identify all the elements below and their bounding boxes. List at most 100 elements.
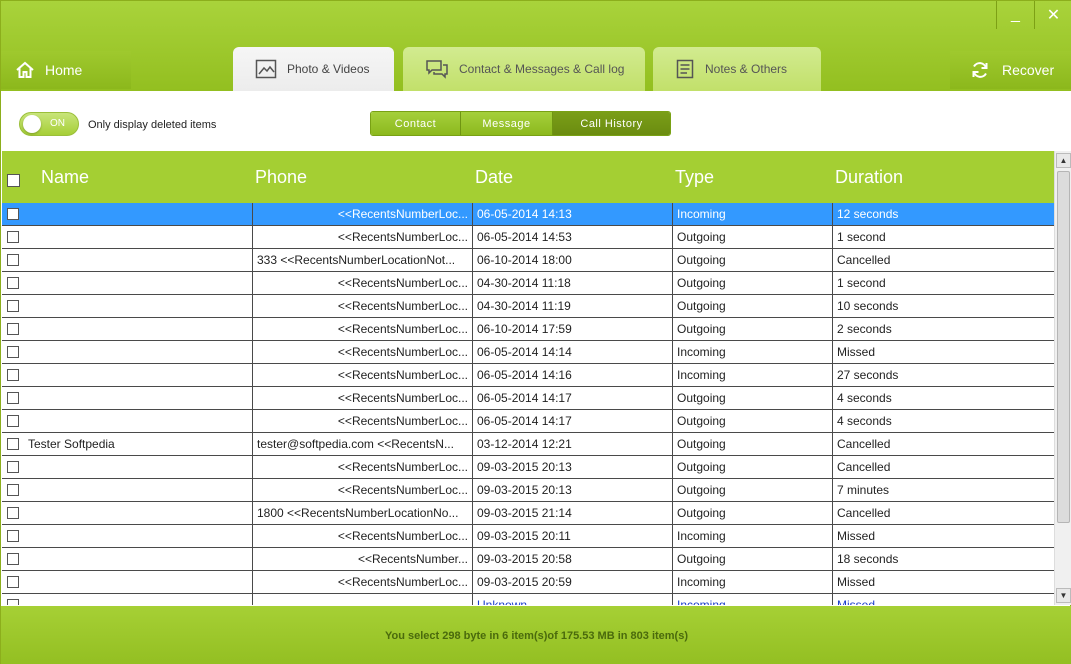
cell-name	[24, 341, 252, 363]
cell-date: 04-30-2014 11:19	[472, 295, 672, 317]
table-row[interactable]: <<RecentsNumberLoc... 04-30-2014 11:19 Out…	[2, 295, 1054, 318]
cell-date: 03-12-2014 12:21	[472, 433, 672, 455]
row-checkbox[interactable]	[7, 208, 19, 220]
tab-contact-messages[interactable]: Contact & Messages & Call log	[403, 47, 645, 91]
row-checkbox[interactable]	[7, 415, 19, 427]
row-checkbox[interactable]	[7, 599, 19, 605]
row-checkbox-cell	[2, 272, 24, 294]
cell-type: Outgoing	[672, 410, 832, 432]
row-checkbox[interactable]	[7, 530, 19, 542]
cell-date: 04-30-2014 11:18	[472, 272, 672, 294]
tab-label: Contact & Messages & Call log	[459, 62, 625, 76]
table-body: <<RecentsNumberLoc... 06-05-2014 14:13 Inc…	[2, 203, 1054, 605]
row-checkbox[interactable]	[7, 507, 19, 519]
tab-photo-videos[interactable]: Photo & Videos	[233, 47, 394, 91]
column-header-duration[interactable]: Duration	[835, 167, 903, 188]
cell-phone: <<RecentsNumberLoc...	[252, 479, 472, 501]
table-row[interactable]: <<RecentsNumberLoc... 06-05-2014 14:53 Out…	[2, 226, 1054, 249]
cell-date: 06-10-2014 17:59	[472, 318, 672, 340]
cell-phone: <<RecentsNumberLoc...	[252, 387, 472, 409]
category-segmented-control: Contact Message Call History	[370, 111, 671, 136]
cell-duration: Cancelled	[832, 456, 1054, 478]
row-checkbox[interactable]	[7, 346, 19, 358]
table-row[interactable]: <<RecentsNumberLoc... 09-03-2015 20:13 Out…	[2, 479, 1054, 502]
table-header: Name Phone Date Type Duration	[2, 151, 1054, 203]
cell-type: Outgoing	[672, 548, 832, 570]
row-checkbox[interactable]	[7, 254, 19, 266]
row-checkbox[interactable]	[7, 438, 19, 450]
row-checkbox-cell	[2, 341, 24, 363]
scrollbar-thumb[interactable]	[1057, 171, 1070, 523]
table-row[interactable]: <<RecentsNumberLoc... 06-05-2014 14:16 Inc…	[2, 364, 1054, 387]
row-checkbox-cell	[2, 318, 24, 340]
column-header-date[interactable]: Date	[475, 167, 513, 188]
segment-message[interactable]: Message	[461, 112, 553, 135]
vertical-scrollbar[interactable]: ▲ ▼	[1054, 151, 1071, 605]
row-checkbox[interactable]	[7, 576, 19, 588]
cell-phone: <<RecentsNumberLoc...	[252, 571, 472, 593]
table-row[interactable]: <<RecentsNumberLoc... 06-05-2014 14:17 Out…	[2, 387, 1054, 410]
select-all-checkbox[interactable]	[7, 174, 20, 187]
row-checkbox[interactable]	[7, 392, 19, 404]
row-checkbox-cell	[2, 226, 24, 248]
segment-contact[interactable]: Contact	[371, 112, 461, 135]
row-checkbox-cell	[2, 295, 24, 317]
row-checkbox[interactable]	[7, 461, 19, 473]
table-row[interactable]: <<RecentsNumber... 09-03-2015 20:58 Outgoi…	[2, 548, 1054, 571]
recover-button[interactable]: Recover	[950, 51, 1071, 89]
cell-name	[24, 226, 252, 248]
table-row[interactable]: <<RecentsNumberLoc... 09-03-2015 20:13 Out…	[2, 456, 1054, 479]
minimize-button[interactable]: _	[996, 1, 1034, 29]
scroll-down-arrow-icon[interactable]: ▼	[1056, 588, 1071, 603]
segment-call-history[interactable]: Call History	[553, 112, 670, 135]
row-checkbox[interactable]	[7, 553, 19, 565]
row-checkbox-cell	[2, 594, 24, 605]
cell-phone	[252, 594, 472, 605]
table-row[interactable]: <<RecentsNumberLoc... 09-03-2015 20:11 Inc…	[2, 525, 1054, 548]
column-header-type[interactable]: Type	[675, 167, 714, 188]
deleted-only-toggle[interactable]: ON	[19, 112, 79, 136]
cell-type: Outgoing	[672, 249, 832, 271]
table-row[interactable]: 333 <<RecentsNumberLocationNot... 06-10-2…	[2, 249, 1054, 272]
cell-name: Tester Softpedia	[28, 437, 115, 451]
column-header-name[interactable]: Name	[41, 167, 89, 188]
row-checkbox-cell	[2, 479, 24, 501]
scroll-up-arrow-icon[interactable]: ▲	[1056, 153, 1071, 168]
cell-date: 09-03-2015 20:58	[472, 548, 672, 570]
row-checkbox[interactable]	[7, 484, 19, 496]
cell-duration: 12 seconds	[832, 203, 1054, 225]
cell-phone: <<RecentsNumber...	[252, 548, 472, 570]
column-header-phone[interactable]: Phone	[255, 167, 307, 188]
chat-icon	[426, 60, 448, 79]
row-checkbox[interactable]	[7, 231, 19, 243]
cell-name	[24, 571, 252, 593]
table-row[interactable]: <<RecentsNumberLoc... 04-30-2014 11:18 Out…	[2, 272, 1054, 295]
cell-name	[24, 594, 252, 605]
table-row[interactable]: <<RecentsNumberLoc... 06-05-2014 14:17 Out…	[2, 410, 1054, 433]
table-row[interactable]: <<RecentsNumberLoc... 06-10-2014 17:59 Out…	[2, 318, 1054, 341]
cell-phone: <<RecentsNumberLoc...	[252, 456, 472, 478]
table-row[interactable]: 1800 <<RecentsNumberLocationNo... 09-03-2…	[2, 502, 1054, 525]
cell-date: 06-05-2014 14:53	[472, 226, 672, 248]
cell-phone: <<RecentsNumberLoc...	[252, 295, 472, 317]
cell-name	[24, 410, 252, 432]
table-row[interactable]: Tester Softpedia tester@softpedia.com <<R…	[2, 433, 1054, 456]
cell-date: 06-05-2014 14:14	[472, 341, 672, 363]
row-checkbox[interactable]	[7, 300, 19, 312]
table-row[interactable]: Unknown Incoming Missed	[2, 594, 1054, 605]
row-checkbox[interactable]	[7, 277, 19, 289]
row-checkbox[interactable]	[7, 323, 19, 335]
row-checkbox-cell	[2, 548, 24, 570]
home-button[interactable]: Home	[1, 51, 131, 89]
row-checkbox-cell	[2, 571, 24, 593]
row-checkbox-cell	[2, 502, 24, 524]
table-row[interactable]: <<RecentsNumberLoc... 09-03-2015 20:59 Inc…	[2, 571, 1054, 594]
cell-phone: <<RecentsNumberLoc...	[252, 203, 472, 225]
cell-duration: Missed	[832, 594, 1054, 605]
table-row[interactable]: <<RecentsNumberLoc... 06-05-2014 14:14 Inc…	[2, 341, 1054, 364]
close-button[interactable]: ✕	[1034, 1, 1071, 29]
table-row[interactable]: <<RecentsNumberLoc... 06-05-2014 14:13 Inc…	[2, 203, 1054, 226]
row-checkbox[interactable]	[7, 369, 19, 381]
tab-notes-others[interactable]: Notes & Others	[653, 47, 821, 91]
cell-type: Incoming	[672, 594, 832, 605]
